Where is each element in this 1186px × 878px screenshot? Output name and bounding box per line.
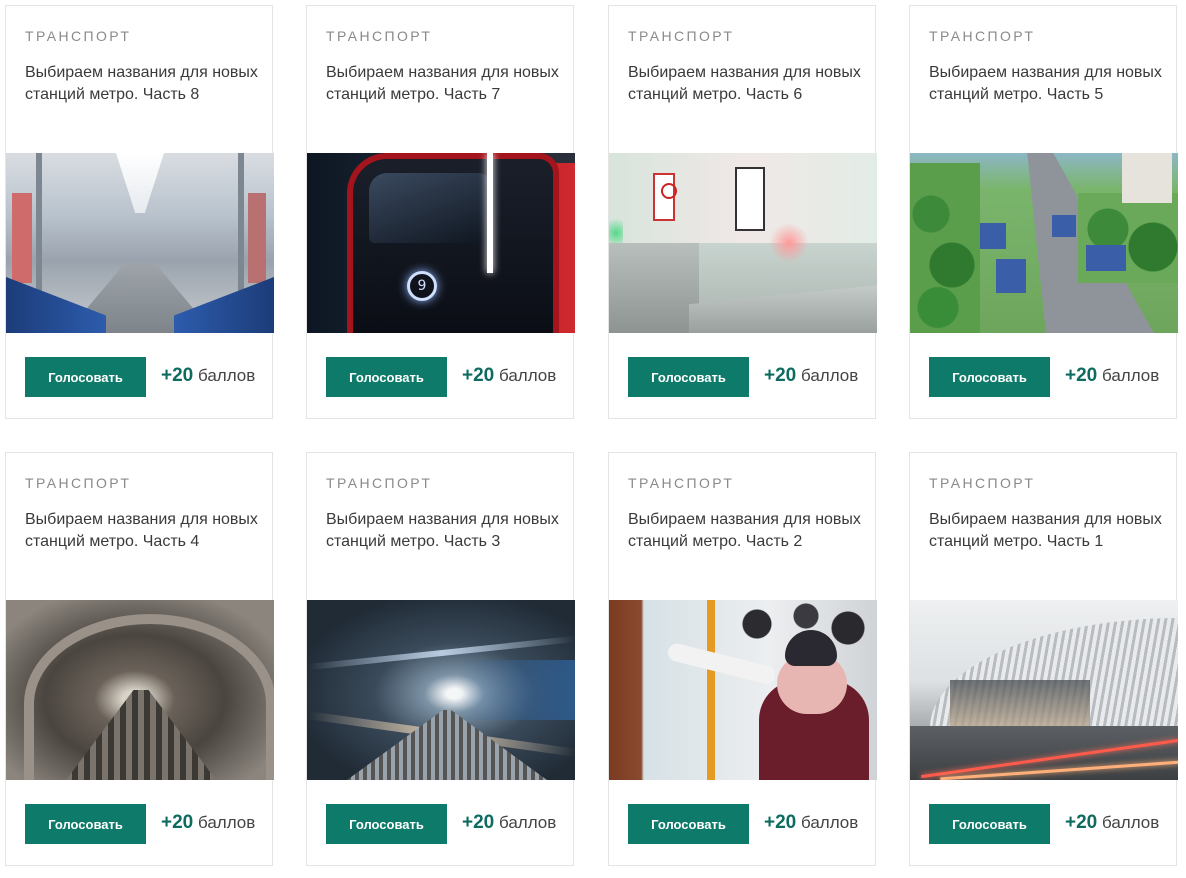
card-photo[interactable]: 9 xyxy=(307,153,575,333)
points-unit: баллов xyxy=(197,813,256,832)
card-category: ТРАНСПОРТ xyxy=(25,28,132,44)
card-category: ТРАНСПОРТ xyxy=(929,28,1036,44)
project-card[interactable]: ТРАНСПОРТ Выбираем названия для новых ст… xyxy=(5,452,274,866)
points-unit: баллов xyxy=(197,366,256,385)
project-card[interactable]: ТРАНСПОРТ Выбираем названия для новых ст… xyxy=(608,452,877,866)
card-title[interactable]: Выбираем названия для новых станций метр… xyxy=(929,509,1165,553)
points-reward: +20 баллов xyxy=(764,812,858,834)
points-unit: баллов xyxy=(800,813,859,832)
points-unit: баллов xyxy=(1101,366,1160,385)
points-value: +20 xyxy=(161,812,194,833)
points-unit: баллов xyxy=(800,366,859,385)
points-reward: +20 баллов xyxy=(764,365,858,387)
card-photo[interactable] xyxy=(6,600,274,780)
vote-button[interactable]: Голосовать xyxy=(628,357,749,397)
vote-button[interactable]: Голосовать xyxy=(628,804,749,844)
card-title[interactable]: Выбираем названия для новых станций метр… xyxy=(25,509,261,553)
points-reward: +20 баллов xyxy=(1065,812,1159,834)
points-value: +20 xyxy=(1065,365,1098,386)
project-card[interactable]: ТРАНСПОРТ Выбираем названия для новых ст… xyxy=(306,452,575,866)
card-title[interactable]: Выбираем названия для новых станций метр… xyxy=(25,62,261,106)
vote-button[interactable]: Голосовать xyxy=(326,357,447,397)
points-reward: +20 баллов xyxy=(462,365,556,387)
points-unit: баллов xyxy=(1101,813,1160,832)
card-category: ТРАНСПОРТ xyxy=(326,28,433,44)
points-reward: +20 баллов xyxy=(462,812,556,834)
vote-button[interactable]: Голосовать xyxy=(25,804,146,844)
project-card-grid: ТРАНСПОРТ Выбираем названия для новых ст… xyxy=(0,0,1186,878)
card-photo[interactable] xyxy=(609,600,877,780)
vote-button[interactable]: Голосовать xyxy=(929,357,1050,397)
card-photo[interactable] xyxy=(307,600,575,780)
card-photo[interactable] xyxy=(910,600,1178,780)
points-unit: баллов xyxy=(498,366,557,385)
card-category: ТРАНСПОРТ xyxy=(326,475,433,491)
card-title[interactable]: Выбираем названия для новых станций метр… xyxy=(628,62,864,106)
card-photo[interactable] xyxy=(609,153,877,333)
turnstiles-image xyxy=(609,153,877,333)
card-title[interactable]: Выбираем названия для новых станций метр… xyxy=(929,62,1165,106)
motion-tunnel-image xyxy=(307,600,575,780)
points-value: +20 xyxy=(764,365,797,386)
card-category: ТРАНСПОРТ xyxy=(628,475,735,491)
card-title[interactable]: Выбираем названия для новых станций метр… xyxy=(326,62,562,106)
points-reward: +20 баллов xyxy=(1065,365,1159,387)
station-render-image xyxy=(910,600,1178,780)
tunnel-tracks-image xyxy=(6,600,274,780)
aerial-road-image xyxy=(910,153,1178,333)
kiosk-passenger-image xyxy=(609,600,877,780)
points-value: +20 xyxy=(161,365,194,386)
project-card[interactable]: ТРАНСПОРТ Выбираем названия для новых ст… xyxy=(306,5,575,419)
card-title[interactable]: Выбираем названия для новых станций метр… xyxy=(326,509,562,553)
project-card[interactable]: ТРАНСПОРТ Выбираем названия для новых ст… xyxy=(909,452,1178,866)
points-value: +20 xyxy=(1065,812,1098,833)
project-card[interactable]: ТРАНСПОРТ Выбираем названия для новых ст… xyxy=(608,5,877,419)
card-category: ТРАНСПОРТ xyxy=(25,475,132,491)
points-value: +20 xyxy=(462,365,495,386)
card-category: ТРАНСПОРТ xyxy=(929,475,1036,491)
points-unit: баллов xyxy=(498,813,557,832)
metro-interior-image xyxy=(6,153,274,333)
vote-button[interactable]: Голосовать xyxy=(929,804,1050,844)
card-photo[interactable] xyxy=(910,153,1178,333)
card-photo[interactable] xyxy=(6,153,274,333)
project-card[interactable]: ТРАНСПОРТ Выбираем названия для новых ст… xyxy=(909,5,1178,419)
card-title[interactable]: Выбираем названия для новых станций метр… xyxy=(628,509,864,553)
vote-button[interactable]: Голосовать xyxy=(326,804,447,844)
points-value: +20 xyxy=(462,812,495,833)
points-reward: +20 баллов xyxy=(161,812,255,834)
points-value: +20 xyxy=(764,812,797,833)
points-reward: +20 баллов xyxy=(161,365,255,387)
project-card[interactable]: ТРАНСПОРТ Выбираем названия для новых ст… xyxy=(5,5,274,419)
vote-button[interactable]: Голосовать xyxy=(25,357,146,397)
metro-train-image: 9 xyxy=(307,153,575,333)
card-category: ТРАНСПОРТ xyxy=(628,28,735,44)
